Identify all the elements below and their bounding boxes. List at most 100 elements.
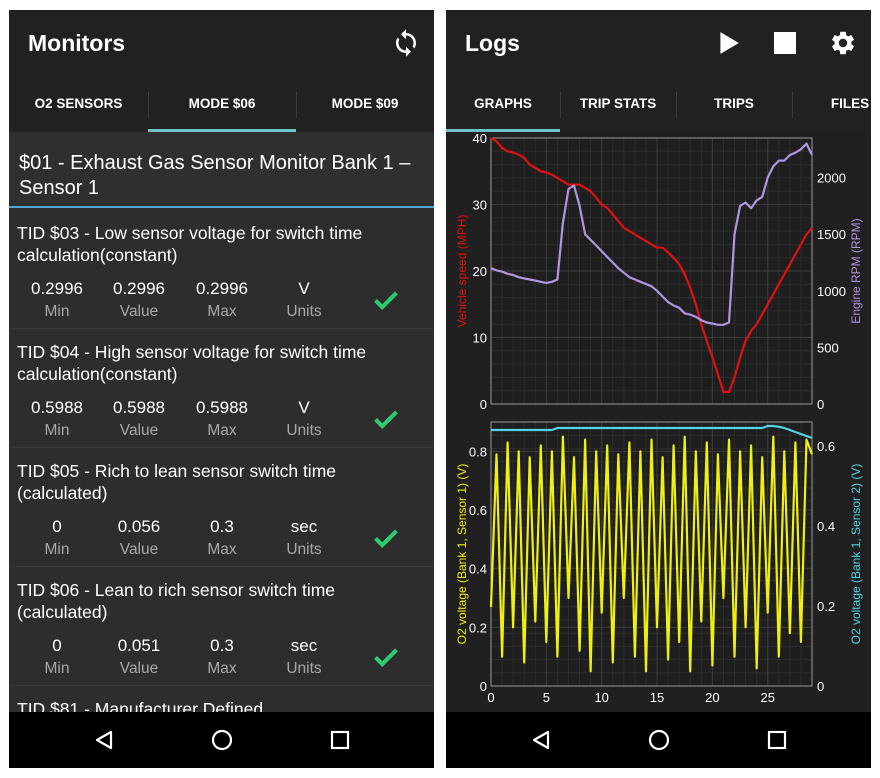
units-label: Units bbox=[286, 303, 322, 320]
min-label: Min bbox=[44, 303, 70, 320]
max-column: 0.5988 Max bbox=[184, 397, 260, 442]
max-column: 0.3 Max bbox=[184, 635, 260, 680]
tid-title: TID $81 - Manufacturer Defined bbox=[17, 699, 264, 712]
monitors-screen: Monitors O2 SENSORS MODE $06 MODE $09 $0… bbox=[9, 10, 434, 768]
units-column: V Units bbox=[266, 278, 342, 323]
section-title: $01 - Exhaust Gas Sensor Monitor Bank 1 … bbox=[19, 152, 411, 199]
list-item[interactable]: TID $04 - High sensor voltage for switch… bbox=[9, 329, 434, 448]
mode06-list[interactable]: $01 - Exhaust Gas Sensor Monitor Bank 1 … bbox=[9, 132, 434, 712]
current-value: 0.051 bbox=[117, 636, 161, 655]
graphs-panel[interactable]: 0 10 20 30 40 0 500 1000 1500 2000 Vehicle speed (… bbox=[446, 131, 871, 712]
units-label: Units bbox=[286, 422, 322, 439]
list-item[interactable]: TID $03 - Low sensor voltage for switch … bbox=[9, 210, 434, 329]
logs-tabs: GRAPHS TRIP STATS TRIPS FILES bbox=[446, 76, 871, 132]
speed-rpm-left-tick-label: 10 bbox=[473, 331, 487, 346]
back-icon[interactable] bbox=[527, 726, 555, 754]
list-item[interactable]: TID $05 - Rich to lean sensor switch tim… bbox=[9, 448, 434, 567]
value-label: Value bbox=[119, 660, 159, 677]
recents-icon[interactable] bbox=[326, 726, 354, 754]
tab-graphs[interactable]: GRAPHS bbox=[446, 76, 560, 132]
o2-x-tick-label: 20 bbox=[705, 690, 719, 705]
speed-rpm-left-tick-label: 30 bbox=[473, 198, 487, 213]
speed-rpm-left-tick-label: 40 bbox=[473, 132, 487, 146]
back-icon[interactable] bbox=[90, 726, 118, 754]
check-icon bbox=[374, 410, 398, 429]
max-label: Max bbox=[207, 422, 237, 439]
o2-left-tick-label: 0.8 bbox=[469, 444, 487, 459]
min-value: 0.2996 bbox=[31, 279, 83, 298]
monitors-tabs: O2 SENSORS MODE $06 MODE $09 bbox=[9, 76, 434, 132]
speed-rpm-right-tick-label: 500 bbox=[817, 340, 839, 355]
home-icon[interactable] bbox=[208, 726, 236, 754]
speed-rpm-right-tick-label: 1000 bbox=[817, 284, 846, 299]
value-column: 0.5988 Value bbox=[101, 397, 177, 442]
list-item[interactable]: TID $06 - Lean to rich sensor switch tim… bbox=[9, 567, 434, 686]
check-icon bbox=[374, 648, 398, 667]
max-column: 0.3 Max bbox=[184, 516, 260, 561]
check-icon bbox=[374, 291, 398, 310]
logs-title: Logs bbox=[465, 30, 520, 56]
value-label: Value bbox=[119, 541, 159, 558]
monitors-title: Monitors bbox=[28, 30, 126, 56]
units-label: Units bbox=[286, 660, 322, 677]
section-header: $01 - Exhaust Gas Sensor Monitor Bank 1 … bbox=[9, 132, 434, 208]
o2-right-tick-label: 0.4 bbox=[817, 519, 835, 534]
navigation-bar bbox=[446, 712, 871, 768]
units-column: sec Units bbox=[266, 635, 342, 680]
tab-trips[interactable]: TRIPS bbox=[676, 76, 792, 132]
speed-rpm-left-tick-label: 20 bbox=[473, 264, 487, 279]
min-value: 0.5988 bbox=[31, 398, 83, 417]
value-column: 0.051 Value bbox=[101, 635, 177, 680]
o2-left-tick-label: 0.4 bbox=[469, 562, 487, 577]
min-column: 0.5988 Min bbox=[19, 397, 95, 442]
logs-app-bar: Logs bbox=[446, 10, 871, 76]
o2-x-tick-label: 10 bbox=[594, 690, 608, 705]
max-label: Max bbox=[207, 303, 237, 320]
max-label: Max bbox=[207, 541, 237, 558]
tab-files[interactable]: FILES bbox=[792, 76, 871, 132]
o2-x-tick-label: 25 bbox=[760, 690, 774, 705]
tid-title: TID $04 - High sensor voltage for switch… bbox=[17, 342, 367, 384]
speed-rpm-right-tick-label: 1500 bbox=[817, 227, 846, 242]
o2-x-tick-label: 5 bbox=[543, 690, 550, 705]
speed-rpm-right-axis-title: Engine RPM (RPM) bbox=[849, 218, 863, 323]
tab-mode-09[interactable]: MODE $09 bbox=[296, 76, 434, 132]
home-icon[interactable] bbox=[645, 726, 673, 754]
o2-x-tick-label: 15 bbox=[650, 690, 664, 705]
tid-title: TID $03 - Low sensor voltage for switch … bbox=[17, 223, 363, 265]
max-value: 0.2996 bbox=[196, 279, 248, 298]
max-value: 0.3 bbox=[210, 517, 234, 536]
o2-right-axis-title: O2 voltage (Bank 1, Sensor 2) (V) bbox=[849, 464, 863, 645]
min-value: 0 bbox=[52, 636, 62, 655]
min-label: Min bbox=[44, 660, 70, 677]
units-value: sec bbox=[290, 517, 318, 536]
tab-trip-stats[interactable]: TRIP STATS bbox=[560, 76, 676, 132]
log-charts[interactable]: 0102030400500100015002000Vehicle speed (… bbox=[446, 131, 871, 712]
units-value: V bbox=[298, 279, 310, 298]
min-column: 0.2996 Min bbox=[19, 278, 95, 323]
value-label: Value bbox=[119, 422, 159, 439]
current-value: 0.2996 bbox=[113, 279, 165, 298]
check-icon bbox=[374, 529, 398, 548]
speed-rpm-right-tick-label: 2000 bbox=[817, 171, 846, 186]
monitors-app-bar: Monitors bbox=[9, 10, 434, 76]
min-value: 0 bbox=[52, 517, 62, 536]
o2-left-axis-title: O2 voltage (Bank 1, Sensor 1) (V) bbox=[455, 464, 469, 645]
max-value: 0.5988 bbox=[196, 398, 248, 417]
list-item[interactable]: TID $81 - Manufacturer Defined bbox=[9, 686, 434, 712]
play-icon[interactable] bbox=[711, 26, 745, 60]
units-column: V Units bbox=[266, 397, 342, 442]
units-value: sec bbox=[290, 636, 318, 655]
tab-o2-sensors[interactable]: O2 SENSORS bbox=[9, 76, 148, 132]
tid-title: TID $05 - Rich to lean sensor switch tim… bbox=[17, 461, 337, 503]
stop-icon[interactable] bbox=[768, 26, 802, 60]
refresh-icon[interactable] bbox=[389, 26, 423, 60]
value-column: 0.056 Value bbox=[101, 516, 177, 561]
gear-icon[interactable] bbox=[826, 26, 860, 60]
o2-right-tick-label: 0.2 bbox=[817, 599, 835, 614]
min-label: Min bbox=[44, 541, 70, 558]
min-label: Min bbox=[44, 422, 70, 439]
tab-mode-06[interactable]: MODE $06 bbox=[148, 76, 296, 132]
recents-icon[interactable] bbox=[763, 726, 791, 754]
o2-x-tick-label: 0 bbox=[487, 690, 494, 705]
